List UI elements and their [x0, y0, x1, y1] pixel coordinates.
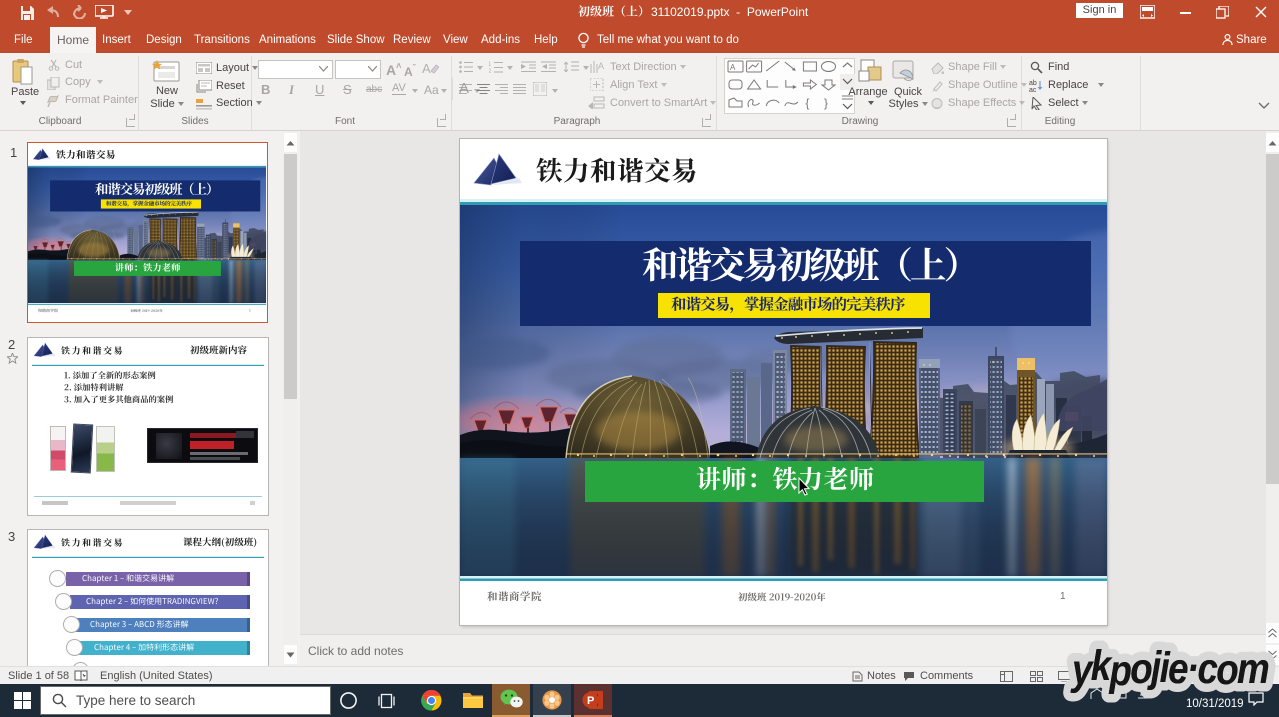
svg-text:ykpojie·com: ykpojie·com — [1070, 642, 1268, 695]
svg-text:ab: ab — [1029, 80, 1037, 87]
svg-text:A: A — [422, 61, 431, 76]
svg-text:P: P — [587, 695, 594, 707]
svg-text:A: A — [598, 61, 604, 71]
svg-text:{: { — [805, 96, 809, 110]
svg-text:}: } — [824, 96, 828, 110]
svg-text:ac: ac — [1029, 87, 1037, 92]
svg-text:A: A — [730, 63, 736, 72]
svg-text:1: 1 — [489, 62, 492, 68]
svg-text:2: 2 — [489, 69, 492, 73]
